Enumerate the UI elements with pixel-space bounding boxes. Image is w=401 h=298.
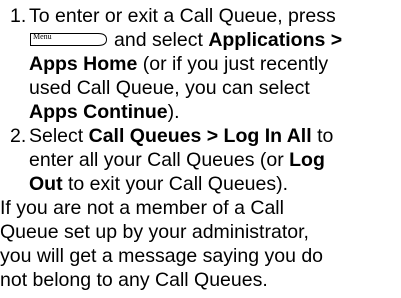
menu-path: Apps Home	[29, 53, 138, 75]
membership-note: If you are not a member of a Call Queue …	[0, 196, 401, 292]
step-number: 2.	[10, 125, 27, 147]
note-text: not belong to any Call Queues.	[0, 269, 268, 291]
document: 1. To enter or exit a Call Queue, press …	[0, 0, 401, 292]
step-text: used Call Queue, you can select	[29, 77, 310, 99]
step-text: Menu and select Applications >	[29, 28, 401, 52]
note-text: If you are not a member of a Call	[0, 197, 284, 219]
step-1: 1. To enter or exit a Call Queue, press …	[0, 4, 401, 124]
menu-path: Apps Continue	[29, 101, 168, 123]
menu-path: Call Queues > Log In All	[88, 125, 312, 147]
step-text: Apps Continue).	[29, 101, 180, 123]
menu-path: Log	[289, 149, 325, 171]
step-2: 2. Select Call Queues > Log In All to en…	[0, 124, 401, 196]
step-text: Out to exit your Call Queues).	[29, 173, 289, 195]
step-text: To enter or exit a Call Queue, press	[29, 5, 336, 27]
menu-key-icon: Menu	[29, 32, 108, 47]
note-text: Queue set up by your administrator,	[0, 221, 309, 243]
menu-path: Out	[29, 173, 63, 195]
step-text: Select Call Queues > Log In All to	[29, 125, 334, 147]
step-number: 1.	[10, 5, 27, 27]
note-text: you will get a message saying you do	[0, 245, 324, 267]
menu-path: Applications >	[208, 29, 343, 51]
step-text: Apps Home (or if you just recently	[29, 53, 329, 75]
step-text: enter all your Call Queues (or Log	[29, 149, 325, 171]
menu-key-label: Menu	[33, 32, 52, 41]
